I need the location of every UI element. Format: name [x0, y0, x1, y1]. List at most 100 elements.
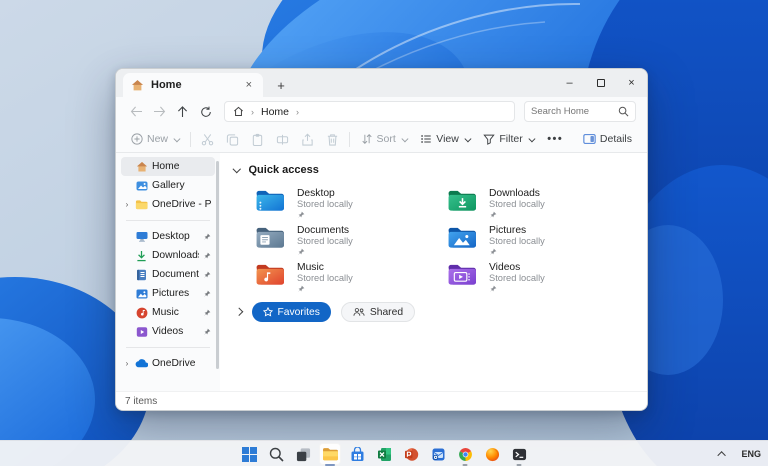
documents-folder-icon	[256, 227, 284, 248]
chevron-right-icon[interactable]: ›	[123, 359, 131, 368]
command-toolbar: New Sort View Filter ••• Details	[116, 126, 647, 153]
powerpoint-button[interactable]	[400, 443, 422, 465]
forward-icon	[154, 106, 166, 117]
people-icon	[353, 308, 365, 316]
pictures-icon	[135, 287, 148, 300]
pin-icon	[203, 252, 212, 260]
star-icon	[262, 307, 273, 317]
paste-button[interactable]	[245, 128, 270, 150]
tile-downloads[interactable]: Downloads Stored locally	[447, 188, 639, 219]
sidebar-item-downloads[interactable]: Downloads	[121, 246, 215, 265]
chevron-down-icon	[173, 135, 181, 142]
share-button[interactable]	[295, 128, 320, 150]
sidebar-item-onedrive-personal[interactable]: › OneDrive - Personal	[121, 195, 215, 214]
quick-access-section-header[interactable]: Quick access	[232, 159, 647, 181]
sidebar-item-videos[interactable]: Videos	[121, 322, 215, 341]
home-icon	[135, 160, 148, 173]
taskbar-search-button[interactable]	[265, 443, 287, 465]
tile-music[interactable]: Music Stored locally	[255, 262, 447, 293]
start-button[interactable]	[238, 443, 260, 465]
pin-icon	[489, 285, 545, 293]
search-input[interactable]	[531, 106, 618, 117]
chrome-button[interactable]	[454, 443, 476, 466]
minimize-button[interactable]: –	[554, 69, 585, 97]
excel-button[interactable]	[373, 443, 395, 465]
sidebar-item-onedrive[interactable]: › OneDrive	[121, 354, 215, 373]
sidebar-item-desktop[interactable]: Desktop	[121, 227, 215, 246]
taskbar-file-explorer-button[interactable]	[319, 443, 341, 466]
rename-button[interactable]	[270, 128, 295, 150]
music-folder-icon	[256, 264, 284, 285]
filter-button[interactable]: Filter	[476, 128, 540, 150]
copy-button[interactable]	[220, 128, 245, 150]
tile-desktop[interactable]: Desktop Stored locally	[255, 188, 447, 219]
tab-home[interactable]: Home ×	[123, 73, 263, 97]
firefox-button[interactable]	[481, 443, 503, 465]
desktop-folder-icon	[256, 190, 284, 211]
microsoft-store-button[interactable]	[346, 443, 368, 465]
outlook-button[interactable]	[427, 443, 449, 465]
up-button[interactable]	[171, 100, 194, 123]
tile-documents[interactable]: Documents Stored locally	[255, 225, 447, 256]
maximize-button[interactable]	[585, 69, 616, 97]
chevron-right-icon[interactable]	[234, 308, 243, 316]
details-button[interactable]: Details	[576, 128, 639, 150]
more-icon: •••	[547, 133, 564, 145]
tab-close-icon[interactable]: ×	[243, 79, 255, 92]
tile-pictures[interactable]: Pictures Stored locally	[447, 225, 639, 256]
breadcrumb-separator[interactable]: ›	[296, 107, 299, 117]
sidebar-item-pictures[interactable]: Pictures	[121, 284, 215, 303]
see-more-button[interactable]: •••	[540, 128, 570, 150]
sidebar-item-gallery[interactable]: Gallery	[121, 176, 215, 195]
shared-pill[interactable]: Shared	[340, 302, 416, 322]
delete-button[interactable]	[320, 128, 345, 150]
pin-icon	[203, 290, 212, 298]
tray-expand-chevron-icon[interactable]	[717, 451, 727, 460]
sidebar-item-label: Videos	[152, 326, 184, 337]
content-area: Quick access Desktop Stored locally Down…	[220, 153, 647, 391]
task-view-icon	[296, 447, 310, 461]
tile-name: Pictures	[489, 225, 527, 236]
sidebar-item-label: Music	[152, 307, 179, 318]
language-indicator[interactable]: ENG	[741, 449, 761, 459]
navigation-bar: › Home ›	[116, 97, 647, 126]
sections-pills-row: Favorites Shared	[234, 302, 647, 322]
trash-icon	[327, 133, 337, 146]
address-bar[interactable]: › Home ›	[224, 101, 515, 122]
tile-name: Desktop	[297, 188, 335, 199]
terminal-button[interactable]	[508, 443, 530, 466]
sidebar-item-label: Pictures	[152, 288, 190, 299]
refresh-button[interactable]	[194, 100, 217, 123]
chevron-down-icon	[464, 135, 471, 142]
breadcrumb[interactable]: Home	[261, 106, 289, 118]
back-button[interactable]	[125, 100, 148, 123]
favorites-pill[interactable]: Favorites	[251, 302, 331, 322]
new-tab-button[interactable]: +	[269, 73, 293, 97]
sidebar-item-label: Gallery	[152, 180, 185, 191]
sidebar-item-music[interactable]: Music	[121, 303, 215, 322]
forward-button[interactable]	[148, 100, 171, 123]
sidebar-item-home[interactable]: Home	[121, 157, 215, 176]
videos-icon	[135, 325, 148, 338]
onedrive-folder-icon	[135, 198, 148, 211]
task-view-button[interactable]	[292, 443, 314, 465]
search-box[interactable]	[524, 101, 636, 122]
filter-funnel-icon	[483, 134, 496, 145]
new-button[interactable]: New	[124, 128, 186, 150]
tile-videos[interactable]: Videos Stored locally	[447, 262, 639, 293]
chevron-down-icon	[401, 135, 408, 142]
taskbar: ENG	[0, 440, 768, 466]
chevron-right-icon[interactable]: ›	[123, 200, 131, 209]
pin-icon	[203, 328, 212, 336]
sort-button[interactable]: Sort	[354, 128, 414, 150]
music-icon	[135, 306, 148, 319]
cut-button[interactable]	[195, 128, 220, 150]
view-icon	[421, 135, 431, 143]
chevron-down-icon[interactable]	[232, 164, 241, 173]
close-button[interactable]: ×	[616, 69, 647, 97]
view-button[interactable]: View	[413, 128, 476, 150]
sidebar-item-label: Downloads	[152, 250, 199, 261]
sidebar-scrollbar[interactable]	[216, 161, 219, 369]
cut-icon	[201, 133, 213, 145]
sidebar-item-documents[interactable]: Documents	[121, 265, 215, 284]
